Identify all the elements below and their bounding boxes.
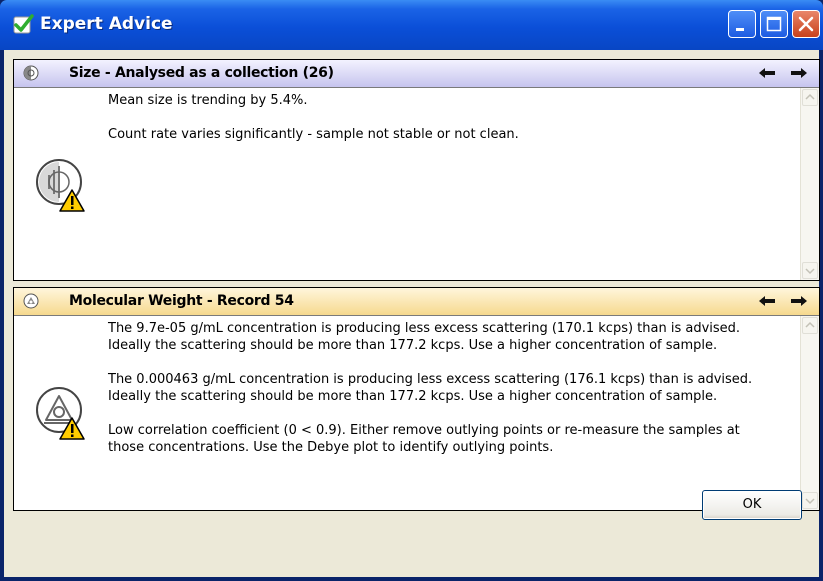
- size-advice-panel: Size - Analysed as a collection (26) Mea…: [13, 59, 820, 281]
- panel-title: Size - Analysed as a collection (26): [69, 65, 334, 81]
- minimize-button[interactable]: [728, 10, 756, 38]
- molecular-weight-warning-icon: [34, 382, 90, 442]
- panel-header: Size - Analysed as a collection (26): [14, 60, 819, 88]
- size-measurement-icon: [23, 65, 39, 81]
- checkmark-icon: [12, 14, 34, 36]
- size-warning-icon: [34, 154, 90, 214]
- maximize-button[interactable]: [760, 10, 788, 38]
- panel-title: Molecular Weight - Record 54: [69, 293, 294, 309]
- scroll-up-button[interactable]: [802, 317, 818, 334]
- chevron-up-icon: [805, 93, 815, 100]
- molecular-weight-icon: [23, 293, 39, 309]
- advice-message: Count rate varies significantly - sample…: [108, 127, 519, 142]
- close-button[interactable]: [792, 10, 820, 38]
- chevron-up-icon: [805, 321, 815, 328]
- previous-arrow-icon[interactable]: [758, 294, 776, 308]
- advice-text-area: Mean size is trending by 5.4%. Count rat…: [14, 88, 800, 280]
- panel-header: Molecular Weight - Record 54: [14, 288, 819, 316]
- window-title: Expert Advice: [40, 14, 173, 34]
- close-icon: [798, 16, 814, 32]
- expert-advice-window: Expert Advice Size - Analysed as a colle…: [0, 0, 823, 581]
- advice-message: The 9.7e-05 g/mL concentration is produc…: [108, 321, 741, 353]
- vertical-scrollbar[interactable]: [800, 316, 819, 510]
- title-bar[interactable]: Expert Advice: [0, 0, 823, 50]
- previous-arrow-icon[interactable]: [758, 66, 776, 80]
- advice-message: Mean size is trending by 5.4%.: [108, 93, 308, 108]
- scroll-down-button[interactable]: [802, 492, 818, 509]
- molecular-weight-advice-panel: Molecular Weight - Record 54 The 9.7e-05…: [13, 287, 820, 511]
- chevron-down-icon: [805, 268, 815, 275]
- advice-message: The 0.000463 g/mL concentration is produ…: [108, 372, 753, 404]
- advice-message: Low correlation coefficient (0 < 0.9). E…: [108, 423, 740, 455]
- scroll-up-button[interactable]: [802, 89, 818, 106]
- minimize-icon: [736, 28, 744, 31]
- scroll-down-button[interactable]: [802, 262, 818, 279]
- next-arrow-icon[interactable]: [790, 66, 808, 80]
- advice-text-area: The 9.7e-05 g/mL concentration is produc…: [14, 316, 800, 510]
- maximize-icon: [766, 16, 782, 32]
- ok-button[interactable]: OK: [702, 490, 802, 520]
- chevron-down-icon: [805, 498, 815, 505]
- vertical-scrollbar[interactable]: [800, 88, 819, 280]
- next-arrow-icon[interactable]: [790, 294, 808, 308]
